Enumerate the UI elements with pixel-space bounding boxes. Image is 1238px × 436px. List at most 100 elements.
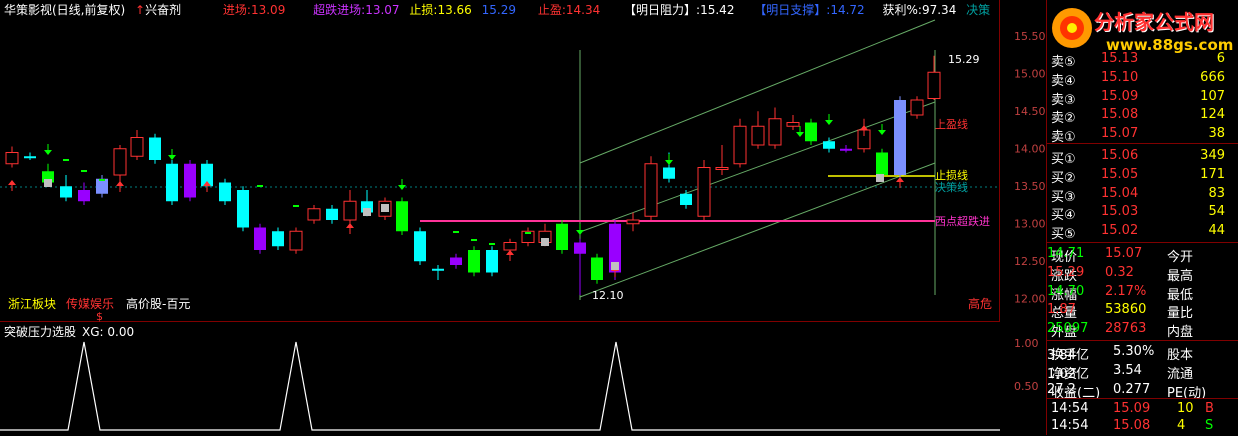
quote-value: 25097 xyxy=(1047,321,1089,337)
quote-value: 14.71 xyxy=(1047,246,1085,261)
stop-value: 13.66 xyxy=(437,3,472,17)
quote-label: 量比 xyxy=(1167,306,1194,322)
entry-label: 进场: xyxy=(222,3,251,17)
sub-title: 突破压力选股 xyxy=(4,324,76,339)
order-label: 买① xyxy=(1051,152,1076,167)
quote-value: 1.87 xyxy=(1047,302,1076,318)
order-volume: 107 xyxy=(1200,88,1225,104)
quote-value: 53860 xyxy=(1105,302,1147,318)
sub-value: XG: 0.00 xyxy=(82,325,134,339)
tick-time: 14:54 xyxy=(1051,401,1089,416)
candle-body xyxy=(715,167,729,170)
order-label: 买⑤ xyxy=(1051,227,1076,243)
profit-value: 14.34 xyxy=(565,3,601,17)
quote-label: 今开 xyxy=(1167,250,1194,265)
candle-body xyxy=(149,137,161,160)
panel-divider xyxy=(1047,340,1238,341)
candle-body xyxy=(751,125,765,146)
indicator-subchart[interactable]: 突破压力选股 XG: 0.00 xyxy=(0,322,1000,435)
candle-body xyxy=(432,268,444,271)
candle-body xyxy=(644,163,658,217)
quote-value: 15.29 xyxy=(1047,264,1085,280)
candle-body xyxy=(823,141,835,149)
quote-row: 涨跌 0.32 最高 15.29 xyxy=(1047,264,1238,284)
candle-body xyxy=(768,118,782,146)
sub-tick-1: 1.00 xyxy=(1014,337,1039,350)
candle-body xyxy=(166,163,178,202)
fund-value: 3.54 xyxy=(1113,362,1142,378)
west-line-label: 西点超跌进 xyxy=(935,214,990,228)
candle-body xyxy=(326,208,338,220)
sell-order-row: 卖② 15.08 124 xyxy=(1047,106,1238,127)
candle-body xyxy=(574,242,586,254)
quote-row: 现价 15.07 今开 14.71 xyxy=(1047,245,1238,265)
order-label: 买③ xyxy=(1051,189,1076,205)
tick-direction: B xyxy=(1205,401,1214,416)
candle-body xyxy=(289,230,303,251)
candle-body xyxy=(503,242,517,251)
stop-label: 止损: xyxy=(409,3,438,17)
logo-icon xyxy=(1052,8,1092,48)
quote-row: 总量 53860 量比 1.87 xyxy=(1047,301,1238,322)
candle-body xyxy=(254,227,266,250)
order-price: 15.07 xyxy=(1101,126,1139,142)
order-volume: 38 xyxy=(1208,126,1225,142)
quote-panel: 卖⑤ 15.13 6 卖④ 15.10 666 卖③ 15.09 107 卖② 15.08 124 卖①… xyxy=(1046,0,1238,435)
order-price: 15.08 xyxy=(1101,107,1139,123)
signal-square xyxy=(44,179,52,187)
candle-body xyxy=(468,250,480,273)
candle-body xyxy=(626,219,640,225)
candle-body xyxy=(876,152,888,175)
quote-label: 最低 xyxy=(1167,287,1194,303)
fund-label: 股本 xyxy=(1167,348,1194,363)
buy-order-row: 买③ 15.04 83 xyxy=(1047,185,1238,205)
up-arrow-icon: ↑ xyxy=(135,3,146,17)
price-tick: 12.50 xyxy=(1014,255,1046,268)
fund-value: 27.2 xyxy=(1047,381,1076,397)
super-value: 13.07 xyxy=(365,3,400,17)
candlestick-chart[interactable]: 15.29 12.10 上盈线 止损线 决策线 西点超跌进 高危 浙江板块 传媒… xyxy=(0,0,1000,322)
buy-order-row: 买② 15.05 171 xyxy=(1047,166,1238,186)
tick-volume: 10 xyxy=(1177,401,1194,416)
tick-time: 14:54 xyxy=(1051,418,1089,433)
sell-order-row: 卖③ 15.09 107 xyxy=(1047,88,1238,108)
stop-line-label: 止损线 xyxy=(935,168,968,182)
resist-label: 【明日阻力】: xyxy=(624,3,701,17)
candle-body xyxy=(396,201,408,232)
super-label: 超跌进场: xyxy=(313,3,366,17)
signal-square xyxy=(381,204,389,212)
candle-body xyxy=(486,250,498,273)
candle-body xyxy=(805,122,817,142)
candle-body xyxy=(591,257,603,280)
order-volume: 54 xyxy=(1208,204,1225,220)
order-volume: 83 xyxy=(1208,185,1225,201)
order-price: 15.04 xyxy=(1101,185,1139,201)
tick-row: 14:54 15.08 4 S xyxy=(1047,417,1238,436)
candle-body xyxy=(927,71,941,99)
price-axis: 15.50 15.00 14.50 14.00 13.50 13.00 12.50 12.00 xyxy=(1000,0,1046,322)
candle-body xyxy=(307,208,321,221)
indicator-header: 华策影视(日线,前复权) ↑兴奋剂 进场:13.09 超跌进场:13.07 止损… xyxy=(4,1,996,17)
quote-label: 最高 xyxy=(1167,268,1194,284)
signal-square xyxy=(363,208,371,216)
order-volume: 349 xyxy=(1200,148,1225,163)
decision-label: 决策 xyxy=(966,3,991,17)
quote-value: 15.07 xyxy=(1105,246,1143,261)
support-label: 【明日支撑】: xyxy=(754,3,831,17)
order-volume: 124 xyxy=(1200,107,1225,123)
signal-square xyxy=(541,238,549,246)
resist-value: 15.42 xyxy=(700,3,735,17)
order-label: 卖② xyxy=(1051,111,1076,127)
logo-url: www.88gs.com xyxy=(1106,36,1234,54)
order-label: 买④ xyxy=(1051,208,1076,224)
site-logo: 分析家公式网 www.88gs.com xyxy=(1046,0,1238,58)
price-tick: 13.50 xyxy=(1014,180,1046,193)
price-tick: 13.00 xyxy=(1014,218,1046,231)
entry-value: 13.09 xyxy=(250,3,286,17)
quote-value: 2.17% xyxy=(1105,283,1147,299)
tag-high-price: 高价股-百元 xyxy=(126,296,190,311)
tag-dollar: $ xyxy=(96,310,103,322)
fundamental-row: 收益(二) 0.277 PE(动) 27.2 xyxy=(1047,381,1238,401)
tick-price: 15.09 xyxy=(1113,401,1151,416)
candle-body xyxy=(78,190,90,202)
